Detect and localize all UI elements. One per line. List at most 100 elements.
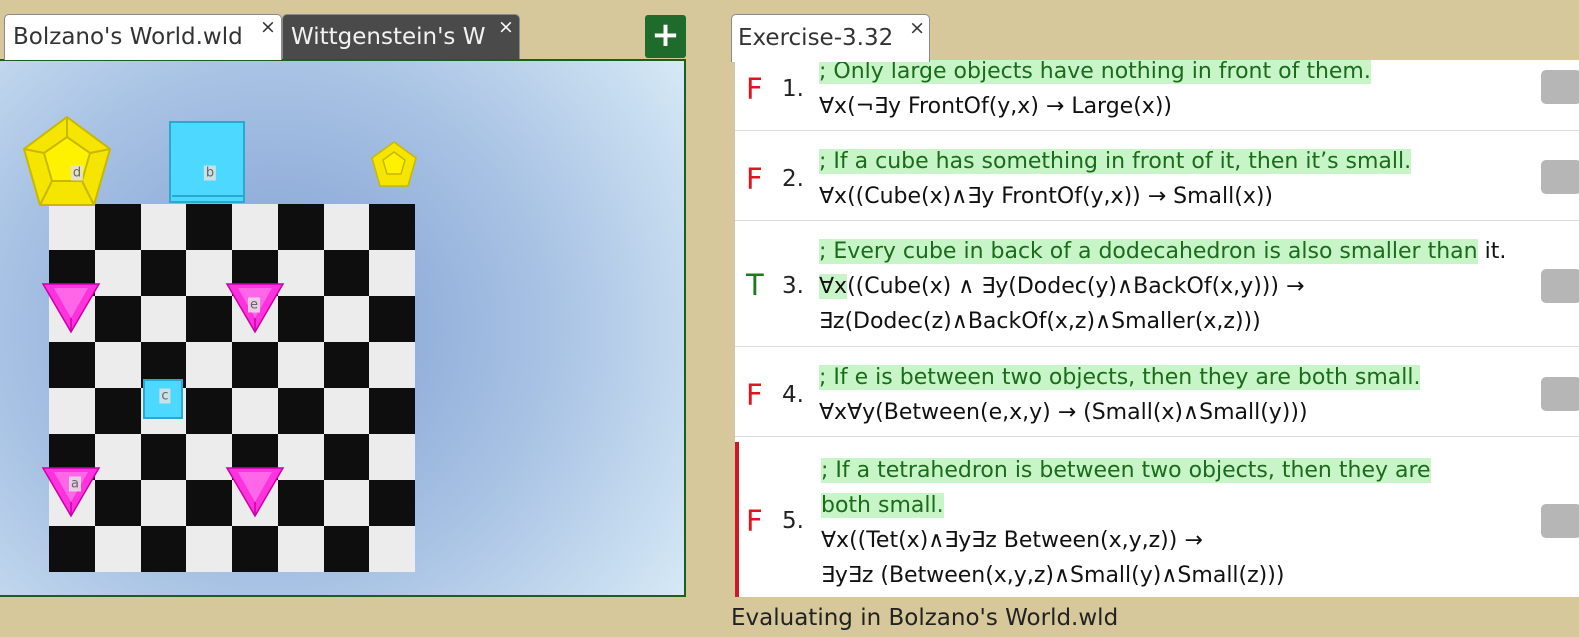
board-cell[interactable] [94,480,141,526]
tab-label: Wittgenstein's W [291,24,486,50]
evaluate-button[interactable] [1541,70,1579,104]
board-cell[interactable] [277,480,324,526]
object-label-e: e [248,297,260,313]
board-cell[interactable] [369,388,415,434]
board-cell[interactable] [140,296,187,342]
sentence-text[interactable]: ; If a cube has something in front of it… [819,144,1412,214]
board-cell[interactable] [323,250,370,296]
board-cell[interactable] [232,204,278,250]
sentence-number: 5. [782,508,804,534]
sentence-text[interactable]: ; If a tetrahedron is between two object… [821,453,1431,593]
truth-value: F [746,378,763,412]
cube-b[interactable] [169,121,246,204]
sentence-comment: both small. [821,493,944,518]
close-icon[interactable]: × [909,5,925,51]
tetrahedron[interactable] [41,282,101,334]
board-cell[interactable] [369,296,415,342]
board-cell[interactable] [369,342,415,388]
sentence-text[interactable]: ; If e is between two objects, then they… [819,360,1421,430]
board-cell[interactable] [323,296,370,342]
close-icon[interactable]: × [260,15,276,49]
board-cell[interactable] [277,434,324,480]
board-cell[interactable] [186,342,232,388]
sentence-row-5[interactable]: F 5. ; If a tetrahedron is between two o… [735,442,1579,597]
tetrahedron-a[interactable] [41,466,101,518]
evaluate-button[interactable] [1541,160,1579,194]
board-cell[interactable] [94,250,141,296]
sentence-comment: ; If a cube has something in front of it… [819,149,1412,174]
board-cell[interactable] [369,204,415,250]
object-label-b: b [203,165,217,181]
tab-exercise[interactable]: Exercise-3.32 × [731,14,930,62]
close-icon[interactable]: × [498,15,514,49]
board-cell[interactable] [277,526,324,572]
board-cell[interactable] [232,388,278,434]
board-cell[interactable] [94,434,141,480]
sentence-number: 2. [782,166,804,192]
board-cell[interactable] [277,296,324,342]
board-cell[interactable] [323,526,370,572]
board-cell[interactable] [277,250,324,296]
add-world-button[interactable]: + [645,15,686,58]
sentence-formula: ∃y∃z (Between(x,y,z)∧Small(y)∧Small(z))) [821,563,1285,588]
board-cell[interactable] [369,434,415,480]
world-canvas[interactable]: d b e c a [0,59,686,597]
board-cell[interactable] [323,434,370,480]
board-cell[interactable] [140,434,187,480]
sentence-comment: ; Only large objects have nothing in fro… [819,60,1371,84]
dodecahedron-small[interactable] [370,141,418,189]
truth-value: F [746,72,763,106]
board-cell[interactable] [323,342,370,388]
tab-wittgensteins-world[interactable]: Wittgenstein's W × [282,14,520,60]
board-cell[interactable] [277,342,324,388]
sentence-number: 4. [782,382,804,408]
sentence-text[interactable]: ; Only large objects have nothing in fro… [819,60,1371,124]
board-cell[interactable] [140,250,187,296]
tab-label: Bolzano's World.wld [13,24,243,50]
dodecahedron-d[interactable] [20,115,114,211]
board-cell[interactable] [323,480,370,526]
board-cell[interactable] [186,388,232,434]
board-cell[interactable] [323,388,370,434]
status-bar: Evaluating in Bolzano's World.wld [731,605,1119,631]
board-cell[interactable] [323,204,370,250]
board-cell[interactable] [186,526,232,572]
board-cell[interactable] [94,296,141,342]
evaluate-button[interactable] [1541,377,1579,411]
sentence-formula: ∀x((Tet(x)∧∃y∃z Between(x,y,z)) → [821,528,1203,553]
object-label-a: a [69,476,81,492]
board-cell[interactable] [140,204,187,250]
board-cell[interactable] [369,480,415,526]
board-cell[interactable] [49,526,95,572]
board-cell[interactable] [94,388,141,434]
board-cell[interactable] [277,388,324,434]
board-cell[interactable] [94,342,141,388]
sentence-formula: ∃z(Dodec(z)∧BackOf(x,z)∧Smaller(x,z))) [819,309,1261,334]
sentence-comment: ; If a tetrahedron is between two object… [821,458,1431,483]
board-cell[interactable] [369,250,415,296]
evaluate-button[interactable] [1541,269,1579,303]
sentence-row-2[interactable]: F 2. ; If a cube has something in front … [735,131,1579,221]
sentence-text[interactable]: ; Every cube in back of a dodecahedron i… [819,234,1506,339]
truth-value: T [746,268,764,302]
truth-value: F [746,162,763,196]
board-cell[interactable] [49,388,95,434]
board-cell[interactable] [49,342,95,388]
tetrahedron[interactable] [225,466,285,518]
board-cell[interactable] [186,204,232,250]
sentence-formula: ∀x(¬∃y FrontOf(y,x) → Large(x)) [819,94,1172,119]
evaluate-button[interactable] [1541,504,1579,538]
board-cell[interactable] [232,342,278,388]
sentence-row-3[interactable]: T 3. ; Every cube in back of a dodecahed… [735,221,1579,347]
board-cell[interactable] [232,526,278,572]
sentence-comment-overflow: it. [1477,239,1507,264]
board-cell[interactable] [277,204,324,250]
tab-bolzanos-world[interactable]: Bolzano's World.wld × [4,14,282,60]
board-cell[interactable] [94,526,141,572]
board-cell[interactable] [140,480,187,526]
sentence-number: 1. [782,76,804,102]
board-cell[interactable] [140,526,187,572]
board-cell[interactable] [369,526,415,572]
sentence-row-4[interactable]: F 4. ; If e is between two objects, then… [735,347,1579,437]
sentence-row-1[interactable]: F 1. ; Only large objects have nothing i… [735,60,1579,131]
